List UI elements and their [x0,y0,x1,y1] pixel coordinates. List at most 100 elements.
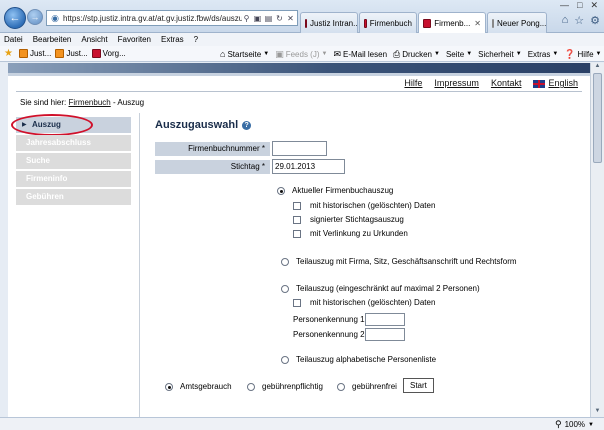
search-icon[interactable]: ⚲ [242,14,251,23]
help-icon[interactable]: ? [242,120,252,130]
option-signiert[interactable]: signierter Stichtagsauszug [293,215,404,224]
option-teilauszug-personen[interactable]: Teilauszug (eingeschränkt auf maximal 2 … [281,284,480,293]
breadcrumb: Sie sind hier: Firmenbuch - Auszug [20,98,145,107]
justiz-favicon-icon [55,49,65,58]
stichtag-input[interactable] [272,159,345,174]
mail-command[interactable]: ✉ E-Mail lesen [333,49,387,60]
option-teil-historisch[interactable]: mit historischen (gelöschten) Daten [293,298,435,307]
sidebar-nav: ▶ Auszug Jahresabschluss Suche Firmeninf… [11,114,131,207]
radio-gebuehrenfrei[interactable] [337,382,345,391]
chevron-down-icon: ▼ [588,421,594,428]
option-gebuehrenfrei[interactable]: gebührenfrei [337,382,397,391]
home-icon[interactable]: ⌂ [562,14,569,27]
checkbox-historisch[interactable] [293,201,301,210]
tab-neuer-pong[interactable]: Neuer Pong... [487,12,547,33]
sidebar-item-jahresabschluss[interactable]: Jahresabschluss [16,135,131,151]
option-aktueller-auszug[interactable]: Aktueller Firmenbuchauszug [277,186,393,195]
contact-link[interactable]: Kontakt [491,78,522,88]
sidebar-item-auszug[interactable]: ▶ Auszug [11,114,131,136]
favorites-star-icon[interactable]: ☆ [574,14,584,27]
personenkennung2-label: Personenkennung 2 [293,330,365,339]
favorite-just-2[interactable]: Just... [55,49,88,58]
firmenbuchnummer-label: Firmenbuchnummer * [155,141,270,156]
justiz-favicon-icon [305,18,307,28]
radio-amtsgebrauch[interactable] [165,382,173,391]
browser-icons: ⌂ ☆ ⚙ [562,14,600,27]
impressum-link[interactable]: Impressum [434,78,479,88]
checkbox-teil-historisch[interactable] [293,298,301,307]
window-controls: — □ ✕ [560,0,598,11]
feeds-command[interactable]: ▣ Feeds (J) ▼ [275,49,327,60]
option-teilauszug-firma[interactable]: Teilauszug mit Firma, Sitz, Geschäftsans… [281,257,517,266]
radio-gebuehrenpflichtig[interactable] [247,382,255,391]
banner-strip [8,73,590,76]
back-button[interactable]: ← [4,7,26,29]
menu-extras[interactable]: Extras [161,35,184,44]
vertical-scrollbar[interactable]: ▲ ▼ [590,63,604,417]
menu-ansicht[interactable]: Ansicht [81,35,107,44]
personenkennung1-input[interactable] [365,313,405,326]
print-command[interactable]: ⎙ Drucken ▼ [393,49,440,60]
scroll-up-icon[interactable]: ▲ [591,63,604,72]
menu-help[interactable]: ? [194,35,198,44]
maximize-icon[interactable]: □ [577,0,582,11]
favorite-vorg[interactable]: Vorg... [91,49,126,58]
address-bar[interactable]: ◉ https://stp.justiz.intra.gv.at/at.gv.j… [46,10,298,26]
option-aktuell-historisch[interactable]: mit historischen (gelöschten) Daten [293,201,435,210]
safety-command[interactable]: Sicherheit ▼ [478,50,522,59]
option-personenliste[interactable]: Teilauszug alphabetische Personenliste [281,355,436,364]
checkbox-signiert[interactable] [293,215,301,224]
favorite-just-1[interactable]: Just... [18,49,51,58]
language-switch[interactable]: English [533,78,578,88]
option-amtsgebrauch[interactable]: Amtsgebrauch [165,382,232,391]
divider [16,91,582,92]
browser-toolbar: ← → ◉ https://stp.justiz.intra.gv.at/at.… [0,0,604,34]
page-command[interactable]: Seite ▼ [446,50,472,59]
checkbox-urkunden[interactable] [293,229,301,238]
favorites-button[interactable]: ★ [4,48,15,59]
menu-bearbeiten[interactable]: Bearbeiten [33,35,72,44]
compat-view-icon[interactable]: ▤ [264,14,273,23]
rss-icon: ▣ [275,48,284,59]
menu-datei[interactable]: Datei [4,35,23,44]
favorites-star-icon: ★ [4,48,13,59]
radio-aktueller-auszug[interactable] [277,186,285,195]
vorg-favicon-icon [91,49,101,58]
sidebar-item-firmeninfo[interactable]: Firmeninfo [16,171,131,187]
radio-teilauszug-personen[interactable] [281,284,289,293]
address-url[interactable]: https://stp.justiz.intra.gv.at/at.gv.jus… [63,14,242,23]
option-urkunden[interactable]: mit Verlinkung zu Urkunden [293,229,408,238]
tab-justiz-intranet[interactable]: Justiz Intran... [300,12,358,33]
home-command[interactable]: ⌂ Startseite ▼ [220,49,269,59]
start-button[interactable]: Start [403,378,434,393]
forward-button[interactable]: → [27,9,43,25]
tab-firmenbuch[interactable]: Firmenbuch [359,12,417,33]
sidebar-item-gebuehren[interactable]: Gebühren [16,189,131,205]
help-link[interactable]: Hilfe [404,78,422,88]
home-icon: ⌂ [220,49,226,59]
tab-firmenbuch-active[interactable]: Firmenb... ✕ [418,12,486,34]
page-banner [8,63,590,73]
lock-icon[interactable]: ▣ [253,14,262,23]
firmenbuchnummer-input[interactable] [272,141,327,156]
scroll-down-icon[interactable]: ▼ [591,408,604,417]
close-window-icon[interactable]: ✕ [590,0,598,11]
breadcrumb-firmenbuch-link[interactable]: Firmenbuch [68,98,110,107]
help-command[interactable]: ❓ Hilfe ▼ [564,49,601,60]
refresh-icon[interactable]: ↻ [275,14,284,23]
tools-command[interactable]: Extras ▼ [528,50,559,59]
personenkennung2-input[interactable] [365,328,405,341]
menu-favoriten[interactable]: Favoriten [118,35,151,44]
justiz-favicon-icon [364,18,367,28]
english-link[interactable]: English [548,78,578,88]
option-gebuehrenpflichtig[interactable]: gebührenpflichtig [247,382,323,391]
close-tab-icon[interactable]: ✕ [474,19,481,28]
stop-icon[interactable]: ✕ [286,14,295,23]
minimize-icon[interactable]: — [560,0,569,11]
sidebar-item-suche[interactable]: Suche [16,153,131,169]
radio-personenliste[interactable] [281,355,289,364]
zoom-control[interactable]: ⚲ 100% ▼ [555,419,594,430]
scrollbar-thumb[interactable] [593,73,602,163]
radio-teilauszug-firma[interactable] [281,257,289,266]
gear-icon[interactable]: ⚙ [590,14,600,27]
